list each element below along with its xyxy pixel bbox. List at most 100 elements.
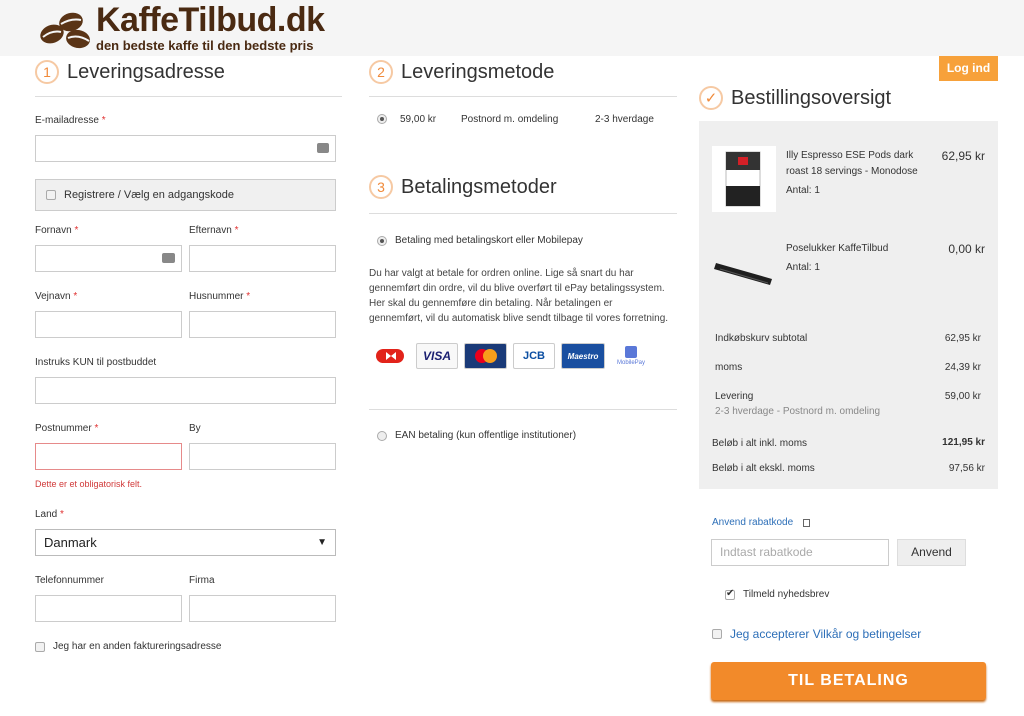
shipping-section-header: 2 Leveringsmetode xyxy=(369,60,554,84)
shipping-option[interactable] xyxy=(377,114,387,127)
product-image[interactable] xyxy=(712,146,776,212)
country-value: Danmark xyxy=(44,535,97,550)
divider xyxy=(369,96,677,97)
card-payment-label: Betaling med betalingskort eller Mobilep… xyxy=(395,235,583,246)
address-section-header: 1 Leveringsadresse xyxy=(35,60,225,84)
maestro-logo: Maestro xyxy=(561,343,605,369)
visa-logo: VISA xyxy=(416,343,458,369)
summary-section-header: ✓ Bestillingsoversigt xyxy=(699,86,891,110)
product-image[interactable] xyxy=(712,241,776,301)
total-excl-label: Beløb i alt ekskl. moms xyxy=(712,463,815,474)
payment-logos: VISA JCB Maestro MobilePay xyxy=(372,343,651,369)
mastercard-logo xyxy=(464,343,507,369)
illy-box-image xyxy=(725,151,761,207)
ean-payment-option[interactable]: EAN betaling (kun offentlige institution… xyxy=(377,430,576,441)
city-field[interactable] xyxy=(189,443,336,470)
divider xyxy=(369,213,677,214)
postcode-label: Postnummer * xyxy=(35,423,99,434)
delivery-label: Levering xyxy=(715,391,754,402)
newsletter-option[interactable]: Tilmeld nyhedsbrev xyxy=(725,588,830,600)
card-payment-option[interactable]: Betaling med betalingskort eller Mobilep… xyxy=(377,235,583,246)
divider xyxy=(35,96,342,97)
coffee-beans-icon xyxy=(40,12,90,49)
brand-name: KaffeTilbud.dk xyxy=(96,1,325,39)
terms-checkbox[interactable] xyxy=(712,629,722,639)
coupon-toggle-label: Anvend rabatkode xyxy=(712,517,794,528)
terms-option[interactable]: Jeg accepterer Vilkår og betingelser xyxy=(712,627,921,641)
total-incl-label: Beløb i alt inkl. moms xyxy=(712,438,808,449)
instructions-label: Instruks KUN til postbuddet xyxy=(35,357,157,368)
step-number: 2 xyxy=(369,60,393,84)
email-label: E-mailadresse * xyxy=(35,115,106,126)
newsletter-label: Tilmeld nyhedsbrev xyxy=(743,589,830,600)
terms-link[interactable]: Jeg accepterer Vilkår og betingelser xyxy=(730,627,921,641)
brand-tagline: den bedste kaffe til den bedste pris xyxy=(96,38,314,53)
shipping-radio[interactable] xyxy=(377,114,387,124)
checkmark-icon: ✓ xyxy=(699,86,723,110)
shipping-carrier: Postnord m. omdeling xyxy=(461,114,559,125)
lastname-label: Efternavn * xyxy=(189,225,239,236)
postcode-field[interactable] xyxy=(35,443,182,470)
jcb-logo: JCB xyxy=(513,343,555,369)
bag-clip-image xyxy=(714,263,772,285)
shipping-time: 2-3 hverdage xyxy=(595,114,654,125)
total-excl-value: 97,56 kr xyxy=(948,463,985,474)
dankort-icon xyxy=(376,349,404,363)
product-price: 62,95 kr xyxy=(941,149,985,163)
firstname-field[interactable] xyxy=(35,245,182,272)
checkout-button[interactable]: TIL BETALING xyxy=(711,662,986,700)
vat-value: 24,39 kr xyxy=(944,362,981,373)
coupon-input[interactable]: Indtast rabatkode xyxy=(711,539,889,566)
product-name-line1: Illy Espresso ESE Pods dark xyxy=(786,150,914,161)
total-incl-value: 121,95 kr xyxy=(942,437,985,448)
firstname-label: Fornavn * xyxy=(35,225,79,236)
delivery-sub: 2-3 hverdage - Postnord m. omdeling xyxy=(715,406,881,417)
site-logo[interactable]: KaffeTilbud.dk den bedste kaffe til den … xyxy=(38,1,348,54)
section-title: Betalingsmetoder xyxy=(401,175,557,198)
billing-option[interactable]: Jeg har en anden faktureringsadresse xyxy=(35,641,221,652)
country-label: Land * xyxy=(35,509,64,520)
product-name-line1: Poselukker KaffeTilbud xyxy=(786,243,889,254)
housenumber-field[interactable] xyxy=(189,311,336,338)
subtotal-label: Indkøbskurv subtotal xyxy=(715,333,808,344)
phone-label: Telefonnummer xyxy=(35,575,104,586)
product-qty: Antal: 1 xyxy=(786,262,820,273)
step-number: 3 xyxy=(369,175,393,199)
company-field[interactable] xyxy=(189,595,336,622)
housenumber-label: Husnummer * xyxy=(189,291,251,302)
city-label: By xyxy=(189,423,201,434)
section-title: Leveringsadresse xyxy=(67,60,225,83)
billing-label: Jeg har en anden faktureringsadresse xyxy=(53,641,222,652)
product-name-line2: roast 18 servings - Monodose xyxy=(786,166,918,177)
vat-label: moms xyxy=(715,362,743,373)
step-number: 1 xyxy=(35,60,59,84)
coupon-toggle[interactable]: Anvend rabatkode xyxy=(712,517,811,528)
email-field[interactable] xyxy=(35,135,336,162)
mobilepay-logo: MobilePay xyxy=(611,343,651,369)
register-checkbox[interactable] xyxy=(46,190,56,200)
section-title: Bestillingsoversigt xyxy=(731,86,892,109)
product-price: 0,00 kr xyxy=(948,242,985,256)
card-payment-radio[interactable] xyxy=(377,235,387,246)
subtotal-value: 62,95 kr xyxy=(944,333,981,344)
dropdown-arrow-icon: ▼ xyxy=(317,537,327,548)
newsletter-checkbox[interactable] xyxy=(725,588,735,600)
register-label: Registrere / Vælg en adgangskode xyxy=(64,189,234,201)
payment-description: Du har valgt at betale for ordren online… xyxy=(369,268,669,324)
phone-field[interactable] xyxy=(35,595,182,622)
apply-coupon-button[interactable]: Anvend xyxy=(897,539,966,566)
delivery-value: 59,00 kr xyxy=(944,391,981,402)
order-summary: Illy Espresso ESE Pods dark roast 18 ser… xyxy=(699,121,998,489)
contact-card-icon xyxy=(162,253,175,263)
street-field[interactable] xyxy=(35,311,182,338)
company-label: Firma xyxy=(189,575,215,586)
register-option[interactable]: Registrere / Vælg en adgangskode xyxy=(35,179,336,211)
ean-payment-radio[interactable] xyxy=(377,430,387,441)
lastname-field[interactable] xyxy=(189,245,336,272)
country-select[interactable]: Danmark ▼ xyxy=(35,529,336,556)
toggle-box-icon xyxy=(803,518,811,527)
instructions-field[interactable] xyxy=(35,377,336,404)
ean-payment-label: EAN betaling (kun offentlige institution… xyxy=(395,430,577,441)
billing-checkbox[interactable] xyxy=(35,641,45,652)
login-button[interactable]: Log ind xyxy=(939,56,998,81)
